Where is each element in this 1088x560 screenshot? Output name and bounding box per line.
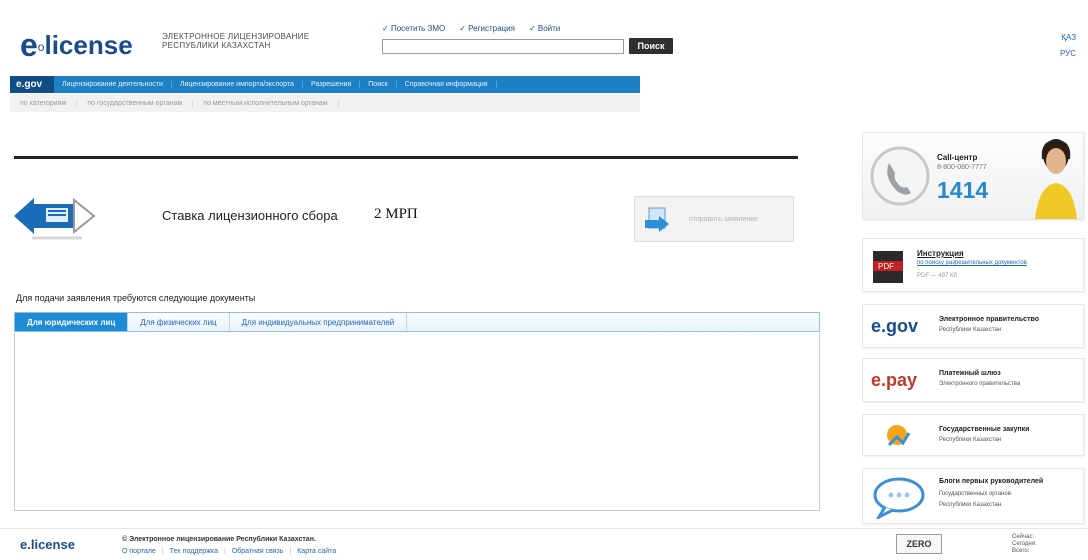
visit-counters: Сейчас: Сегодня: Всего: — [1012, 534, 1037, 555]
egov-logo: e.gov — [871, 316, 919, 336]
egov-subtitle: Республики Казахстан — [939, 327, 1002, 333]
back-arrow-icon[interactable] — [12, 186, 112, 246]
procurement-icon — [887, 425, 911, 447]
subnav-by-category[interactable]: по категориям — [10, 99, 78, 107]
main-nav: e.gov Лицензирование деятельности Лиценз… — [10, 76, 640, 93]
instruction-title: Инструкция — [917, 249, 964, 258]
nav-item-permits[interactable]: Разрешения — [303, 81, 361, 88]
fee-rate-label: Ставка лицензионного сбора — [162, 208, 338, 223]
callcenter-card[interactable]: Call-центр 8-800-080-7777 1414 — [862, 132, 1084, 220]
fee-rate-value: 2 МРП — [374, 206, 418, 222]
search-button[interactable]: Поиск — [629, 38, 673, 54]
cropped-caption — [0, 0, 1088, 8]
submit-application-label: отправить заявление — [689, 215, 759, 223]
instruction-card[interactable]: PDF Инструкция по поиску разрешительных … — [862, 238, 1084, 292]
operator-avatar — [1035, 139, 1077, 219]
nav-item-reference[interactable]: Справочная информация — [397, 81, 497, 88]
goszakupki-card[interactable]: Государственные закупки Республики Казах… — [862, 414, 1084, 456]
epay-logo: e.pay — [871, 370, 918, 390]
counter-total: Всего: — [1012, 548, 1030, 554]
zero-counter-badge[interactable]: ZERO — [896, 534, 942, 554]
application-icon — [645, 207, 669, 232]
submit-application-button[interactable]: отправить заявление — [634, 196, 794, 242]
instruction-link[interactable]: по поиску разрешительных документов — [917, 260, 1027, 266]
instruction-meta: PDF — 497 Кб — [917, 273, 957, 279]
site-logo[interactable]: e o license — [20, 26, 133, 63]
goszakupki-title: Государственные закупки — [939, 426, 1030, 433]
logo-e: e — [20, 27, 38, 63]
top-link-login[interactable]: ✓ Войти — [529, 24, 560, 33]
egov-nav-logo[interactable]: e.gov — [10, 76, 54, 93]
top-link-register[interactable]: ✓ Регистрация — [459, 24, 515, 33]
portal-name-line1: ЭЛЕКТРОННОЕ ЛИЦЕНЗИРОВАНИЕ — [162, 32, 310, 41]
nav-item-import-export[interactable]: Лицензирование импорта/экспорта — [172, 81, 303, 88]
language-switcher: ҚАЗ РУС — [1060, 30, 1076, 62]
top-links: ✓ Посетить ЗМО ✓ Регистрация ✓ Войти — [382, 24, 560, 33]
callcenter-short-number: 1414 — [937, 177, 989, 203]
subnav-by-local-body[interactable]: по местным исполнительным органам — [193, 99, 339, 107]
blogs-title: Блоги первых руководителей — [939, 478, 1044, 485]
epay-title: Платежный шлюз — [939, 370, 1001, 377]
footer-logo[interactable]: e.license — [20, 537, 75, 552]
footer-sep: | — [223, 548, 226, 555]
counter-now: Сейчас: — [1012, 534, 1035, 540]
chat-bubble-icon — [873, 477, 925, 519]
sub-nav: по категориям по государственным органам… — [10, 94, 640, 112]
tab-entrepreneurs[interactable]: Для индивидуальных предпринимателей — [230, 313, 408, 331]
footer-copyright: © Электронное лицензирование Республики … — [122, 536, 316, 543]
nav-item-licensing[interactable]: Лицензирование деятельности — [54, 81, 172, 88]
search-input[interactable] — [382, 39, 624, 54]
portal-name: ЭЛЕКТРОННОЕ ЛИЦЕНЗИРОВАНИЕ РЕСПУБЛИКИ КА… — [162, 32, 309, 50]
blogs-subtitle-1: Государственных органов — [939, 491, 1011, 497]
applicant-tabs: Для юридических лиц Для физических лиц Д… — [14, 312, 820, 332]
footer-sep: | — [161, 548, 164, 555]
goszakupki-subtitle: Республики Казахстан — [939, 437, 1002, 443]
footer-link-sitemap[interactable]: Карта сайта — [297, 548, 336, 555]
tab-panel — [14, 333, 820, 511]
footer-links: О портале | Тех поддержка | Обратная связь… — [122, 548, 336, 555]
logo-sub: o — [37, 40, 45, 54]
callcenter-phone: 8-800-080-7777 — [937, 164, 987, 171]
logo-word: license — [44, 30, 133, 60]
egov-card[interactable]: e.gov Электронное правительство Республи… — [862, 304, 1084, 348]
footer-link-about[interactable]: О портале — [122, 548, 156, 555]
egov-title: Электронное правительство — [939, 316, 1039, 323]
top-link-zmo[interactable]: ✓ Посетить ЗМО — [382, 24, 445, 33]
tab-individuals[interactable]: Для физических лиц — [128, 313, 230, 331]
counter-today: Сегодня: — [1012, 541, 1037, 547]
footer-sep: | — [289, 548, 292, 555]
subnav-by-state-body[interactable]: по государственным органам — [77, 99, 194, 107]
divider — [14, 156, 798, 159]
epay-subtitle: Электронного правительства — [939, 381, 1021, 387]
callcenter-title: Call-центр — [937, 153, 978, 162]
nav-item-search[interactable]: Поиск — [360, 81, 397, 88]
footer-divider — [0, 528, 1088, 529]
blogs-card[interactable]: Блоги первых руководителей Государственн… — [862, 468, 1084, 524]
footer-link-feedback[interactable]: Обратная связь — [232, 548, 284, 555]
tab-legal-entities[interactable]: Для юридических лиц — [15, 313, 129, 331]
phone-icon — [870, 146, 930, 206]
required-docs-title: Для подачи заявления требуются следующие… — [16, 293, 256, 303]
epay-card[interactable]: e.pay Платежный шлюз Электронного правит… — [862, 358, 1084, 402]
footer-link-support[interactable]: Тех поддержка — [170, 548, 218, 555]
portal-name-line2: РЕСПУБЛИКИ КАЗАХСТАН — [162, 41, 271, 50]
lang-rus[interactable]: РУС — [1060, 46, 1076, 62]
svg-text:PDF: PDF — [878, 262, 894, 271]
blogs-subtitle-2: Республики Казахстан — [939, 502, 1002, 508]
pdf-icon: PDF — [873, 251, 903, 283]
lang-kaz[interactable]: ҚАЗ — [1060, 30, 1076, 46]
